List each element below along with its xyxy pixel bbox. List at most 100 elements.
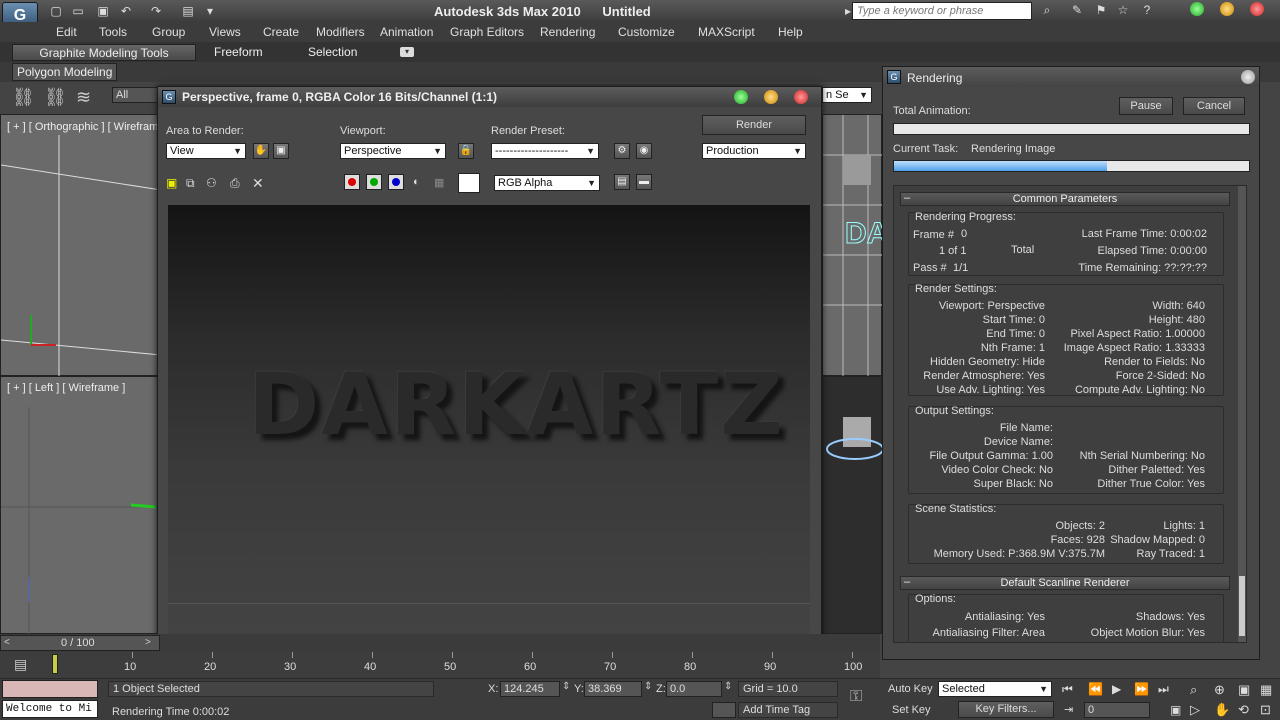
green-channel-icon[interactable] (366, 174, 382, 190)
undo-icon[interactable]: ↶ (118, 3, 134, 19)
y-spinner-icon[interactable]: ⇕ (644, 681, 652, 692)
pause-button[interactable]: Pause (1119, 97, 1173, 115)
orbit-icon[interactable]: ⟲ (1238, 702, 1249, 718)
play-icon[interactable]: ▶ (1112, 682, 1121, 696)
zoom-all-icon[interactable]: ⊕ (1214, 682, 1225, 698)
wrench-icon[interactable]: ✎ (1068, 3, 1086, 19)
menu-customize[interactable]: Customize (618, 25, 675, 39)
search-input[interactable]: Type a keyword or phrase (852, 2, 1032, 20)
viewport-label-top-left[interactable]: [ + ] [ Orthographic ] [ Wirefram (7, 121, 158, 133)
key-filters-button[interactable]: Key Filters... (958, 701, 1054, 718)
menu-animation[interactable]: Animation (380, 25, 433, 39)
bind-space-warp-icon[interactable]: ≋ (76, 87, 91, 108)
next-frame-button-icon[interactable]: ⏩ (1134, 682, 1149, 696)
monochrome-icon[interactable]: ▦ (434, 176, 444, 189)
display-channel-dropdown[interactable]: RGB Alpha ▼ (494, 175, 600, 191)
maxscript-listener-top[interactable] (2, 680, 98, 698)
binoculars-icon[interactable]: ⌕ (1038, 3, 1056, 19)
viewport-top-left[interactable]: [ + ] [ Orthographic ] [ Wirefram (0, 114, 161, 377)
field-of-view-icon[interactable]: ▷ (1190, 702, 1200, 718)
lock-icon[interactable]: 🔒 (458, 143, 474, 159)
project-folder-icon[interactable]: ▤ (180, 3, 196, 19)
toggle-ui-icon[interactable]: ▬ (636, 174, 652, 190)
swatch-icon[interactable] (458, 173, 480, 193)
close-icon[interactable] (1250, 2, 1264, 16)
red-channel-icon[interactable] (344, 174, 360, 190)
track-bar[interactable]: ▤ 10 20 30 40 50 60 70 80 90 100 (0, 652, 880, 678)
auto-region-icon[interactable]: ▣ (273, 143, 289, 159)
tab-freeform[interactable]: Freeform (206, 44, 271, 61)
print-icon[interactable]: ⎙ (230, 176, 240, 191)
menu-views[interactable]: Views (209, 25, 241, 39)
maximize-viewport-icon[interactable]: ⊡ (1260, 702, 1271, 718)
z-coordinate-field[interactable]: 0.0 (666, 681, 722, 697)
previous-frame-icon[interactable]: ⏪ (1088, 682, 1103, 696)
time-configuration-icon[interactable]: ▣ (1170, 703, 1181, 717)
copy-image-icon[interactable]: ⧉ (186, 176, 195, 191)
menu-edit[interactable]: Edit (56, 25, 77, 39)
tab-graphite-modeling-tools[interactable]: Graphite Modeling Tools (12, 44, 196, 61)
rendering-title-bar[interactable]: G Rendering (883, 67, 1259, 87)
zoom-extents-all-icon[interactable]: ▦ (1260, 682, 1272, 698)
menu-group[interactable]: Group (152, 25, 185, 39)
render-button[interactable]: Render (702, 115, 806, 135)
frame-minimize-icon[interactable] (734, 90, 748, 104)
current-frame-field[interactable]: 0 (1084, 702, 1150, 718)
time-slider[interactable]: < 0 / 100 > (0, 634, 880, 652)
viewport-bottom-left[interactable]: [ + ] [ Left ] [ Wireframe ] (0, 376, 161, 635)
favorites-icon[interactable]: ☆ (1114, 3, 1132, 19)
viewport-bottom-right[interactable] (822, 376, 883, 634)
viewport-dropdown[interactable]: Perspective ▼ (340, 143, 446, 159)
maximize-icon[interactable] (1220, 2, 1234, 16)
select-link-icon[interactable]: ⛓ (12, 87, 35, 108)
go-to-end-icon[interactable]: ⏭ (1158, 682, 1169, 697)
collapse-icon[interactable]: – (904, 192, 910, 204)
y-coordinate-field[interactable]: 38.369 (584, 681, 642, 697)
zoom-extents-icon[interactable]: ▣ (1238, 682, 1250, 698)
cancel-button[interactable]: Cancel (1183, 97, 1245, 115)
menu-help[interactable]: Help (778, 25, 803, 39)
help-icon[interactable]: ? (1138, 3, 1156, 19)
new-file-icon[interactable]: ▢ (48, 3, 64, 19)
time-tag-toggle[interactable] (712, 702, 736, 718)
x-spinner-icon[interactable]: ⇕ (562, 681, 570, 692)
ribbon-minimize-icon[interactable]: ▾ (400, 47, 414, 57)
tab-selection[interactable]: Selection (300, 44, 365, 61)
menu-create[interactable]: Create (263, 25, 299, 39)
clear-icon[interactable]: ✕ (252, 175, 264, 192)
menu-tools[interactable]: Tools (99, 25, 127, 39)
mini-curve-editor-icon[interactable]: ▤ (14, 656, 27, 673)
edit-region-icon[interactable]: ✋ (253, 143, 269, 159)
production-dropdown[interactable]: Production ▼ (702, 143, 806, 159)
frame-close-icon[interactable] (794, 90, 808, 104)
clone-frame-icon[interactable]: ⚇ (206, 176, 217, 190)
communication-icon[interactable]: ⚑ (1092, 3, 1110, 19)
render-preset-dropdown[interactable]: -------------------- ▼ (491, 143, 599, 159)
selection-filter-dropdown[interactable]: All (112, 87, 160, 103)
set-key-button[interactable]: Set Key (892, 704, 931, 716)
named-selection-dropdown[interactable]: n Se ▼ (822, 87, 872, 103)
maxscript-listener-bottom[interactable]: Welcome to Mi (2, 700, 98, 718)
key-mode-dropdown[interactable]: Selected ▼ (938, 681, 1052, 697)
x-coordinate-field[interactable]: 124.245 (500, 681, 560, 697)
blue-channel-icon[interactable] (388, 174, 404, 190)
menu-modifiers[interactable]: Modifiers (316, 25, 365, 39)
menu-graph-editors[interactable]: Graph Editors (450, 25, 524, 39)
quick-access-dropdown-icon[interactable]: ▾ (202, 3, 218, 19)
menu-rendering[interactable]: Rendering (540, 25, 595, 39)
pan-icon[interactable]: ✋ (1214, 702, 1230, 718)
viewport-label-bottom-left[interactable]: [ + ] [ Left ] [ Wireframe ] (7, 382, 125, 394)
key-icon[interactable]: ⚿ (850, 688, 862, 706)
environment-icon[interactable]: ◉ (636, 143, 652, 159)
alpha-channel-icon[interactable]: ◐ (413, 176, 420, 188)
menu-maxscript[interactable]: MAXScript (698, 25, 755, 39)
time-slider-track[interactable]: < 0 / 100 > (0, 635, 160, 651)
prev-frame-icon[interactable]: < (4, 637, 10, 648)
parameters-scrollbar[interactable] (1238, 186, 1246, 642)
rendering-close-icon[interactable] (1241, 70, 1255, 84)
render-setup-icon[interactable]: ⚙ (614, 143, 630, 159)
toggle-ui-overlay-icon[interactable]: ▤ (614, 174, 630, 190)
frame-window-title-bar[interactable]: G Perspective, frame 0, RGBA Color 16 Bi… (158, 87, 821, 107)
polygon-modeling-panel[interactable]: Polygon Modeling (12, 63, 118, 81)
go-to-start-icon[interactable]: ⏮ (1062, 682, 1073, 697)
